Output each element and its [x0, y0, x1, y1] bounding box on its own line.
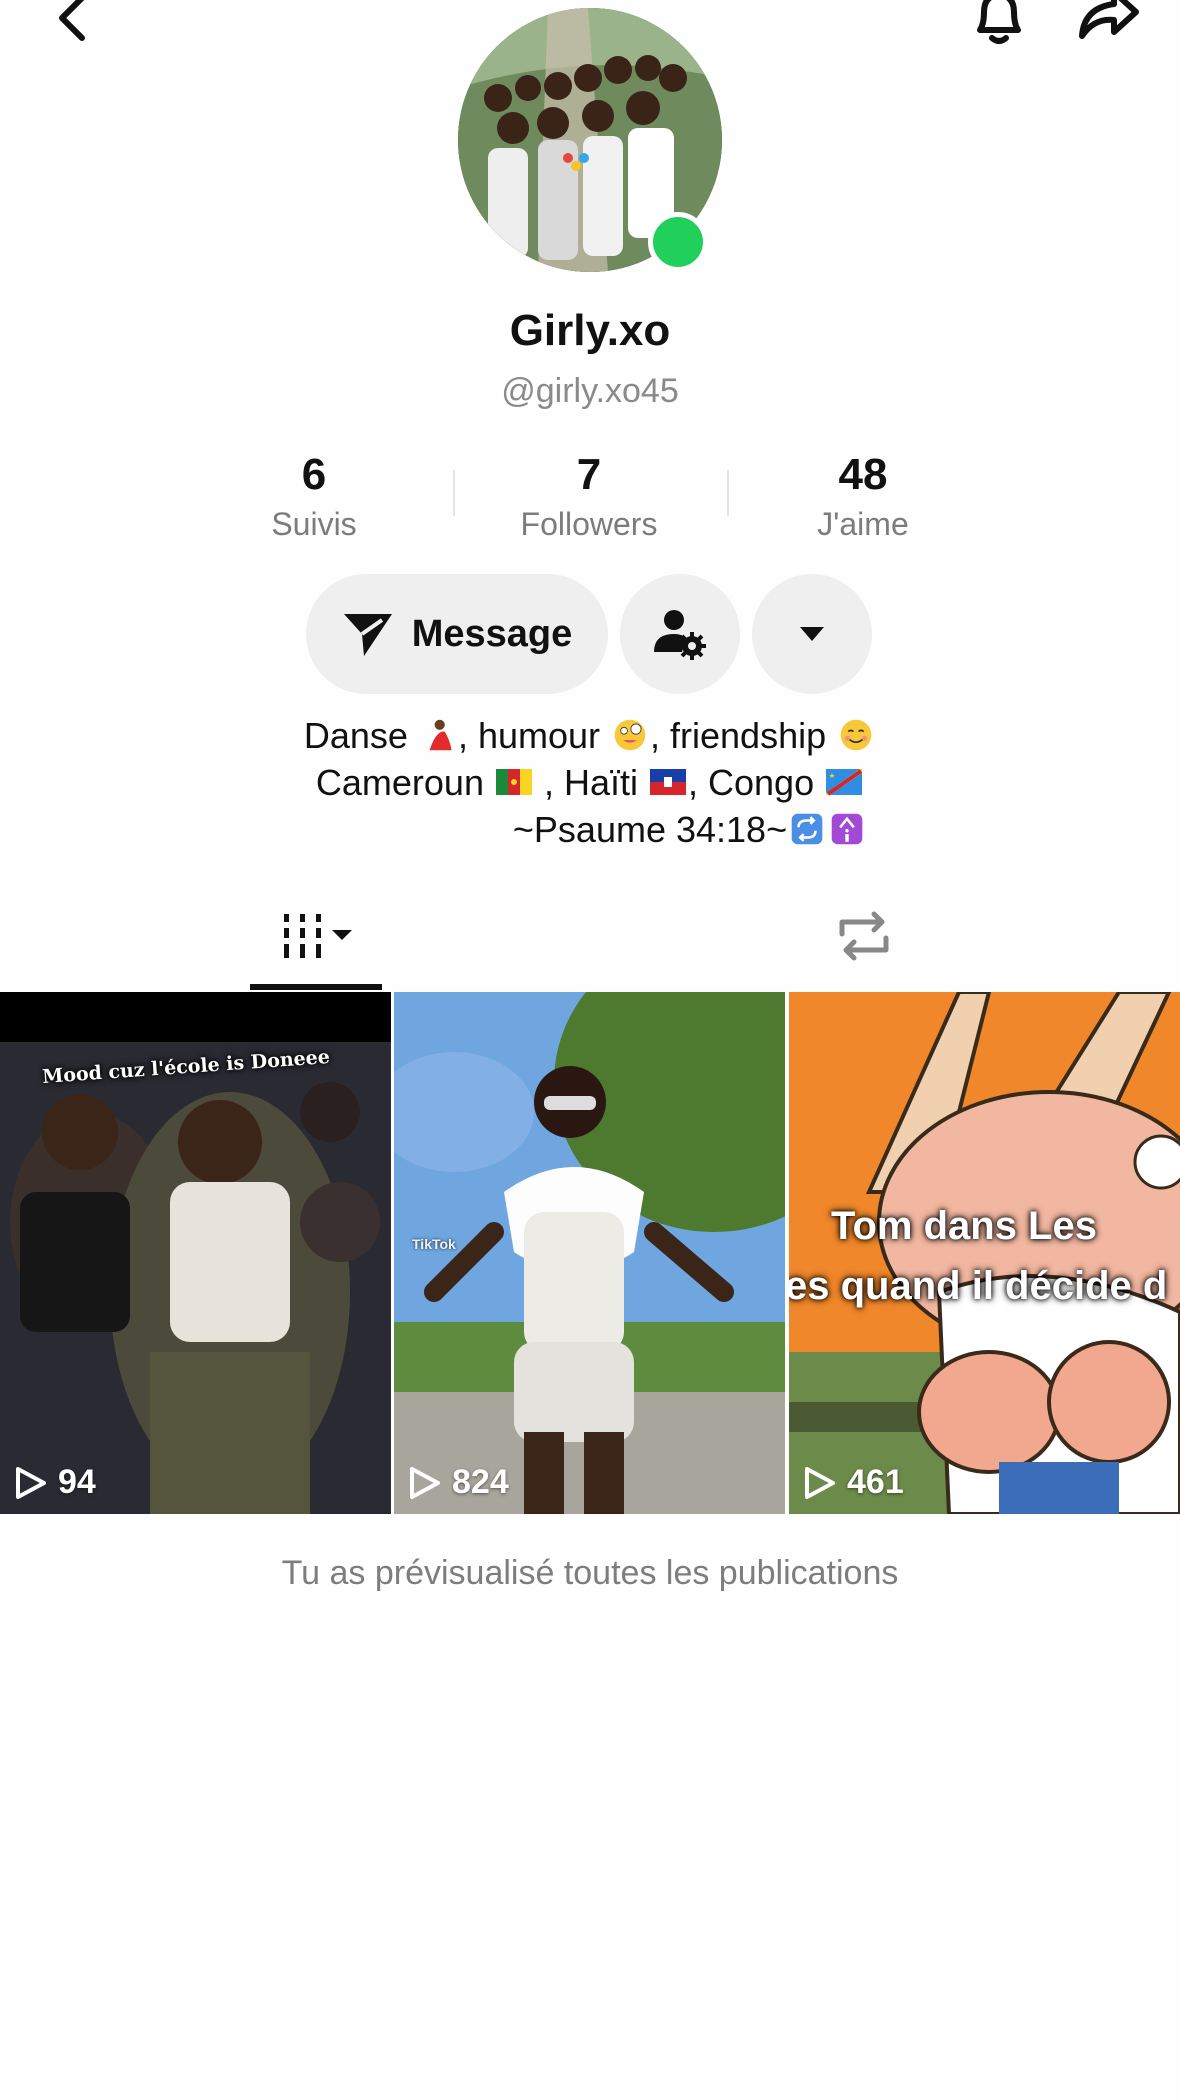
video-thumbnail[interactable]: Tom dans Les es quand il décide d 461: [789, 992, 1180, 1514]
stat-likes[interactable]: 48 J'aime: [743, 448, 983, 546]
bio-line-3: ~Psaume 34:18~: [0, 806, 1180, 853]
video-caption-line-2: es quand il décide d: [789, 1264, 1168, 1308]
videos-grid-icon: [284, 914, 352, 958]
info-up-emoji-icon: [831, 813, 863, 845]
watermark: TikTok: [412, 1236, 456, 1252]
share-icon[interactable]: [1074, 0, 1142, 50]
dropdown-icon: [800, 627, 824, 641]
stat-value: 48: [838, 450, 888, 499]
dancer-emoji-icon: [429, 719, 452, 751]
bio-text: Cameroun: [315, 762, 494, 803]
play-icon: [410, 1466, 440, 1499]
bio-text: ~Psaume 34:18~: [512, 809, 788, 850]
video-thumbnail-image: [789, 992, 1180, 1514]
tab-reposts[interactable]: [824, 880, 904, 992]
stat-followers[interactable]: 7 Followers: [469, 448, 709, 546]
username-handle: @girly.xo45: [501, 372, 679, 410]
bio-text: , Congo: [688, 762, 825, 803]
bio-line-1: Danse , humour , friendship: [0, 712, 1180, 759]
profile-stats: 6 Suivis 7 Followers 48 J'aime: [0, 448, 1180, 548]
haiti-flag-icon: [650, 769, 687, 795]
stat-value: 7: [576, 450, 602, 499]
message-button-label: Message: [411, 612, 573, 655]
active-tab-indicator: [250, 984, 382, 990]
display-name: Girly.xo: [509, 306, 671, 355]
smiling-face-emoji-icon: [840, 719, 872, 751]
all-posts-viewed-note: Tu as prévisualisé toutes les publicatio…: [281, 1554, 899, 1592]
view-count: 461: [803, 1463, 904, 1502]
stat-label: J'aime: [817, 506, 909, 542]
video-thumbnail[interactable]: Mood cuz l'école is Doneee 94: [0, 992, 391, 1514]
view-count-value: 824: [452, 1463, 509, 1501]
bio-text: , humour: [457, 715, 611, 756]
view-count-value: 94: [58, 1463, 96, 1501]
divider: [453, 470, 455, 516]
zany-face-emoji-icon: [614, 719, 646, 751]
bio-text: , friendship: [650, 715, 837, 756]
cameroon-flag-icon: [495, 769, 532, 795]
more-options-button[interactable]: [752, 574, 872, 694]
back-icon[interactable]: [48, 0, 98, 52]
view-count: 824: [408, 1463, 509, 1502]
play-icon: [16, 1466, 46, 1499]
send-icon: [343, 614, 392, 656]
tab-videos[interactable]: [250, 880, 382, 992]
stat-label: Followers: [520, 506, 658, 542]
view-count: 94: [14, 1463, 96, 1502]
drc-flag-icon: [826, 769, 863, 796]
person-settings-icon: [654, 610, 706, 660]
divider: [727, 470, 729, 516]
video-caption-line-1: Tom dans Les: [831, 1204, 1097, 1248]
profile-actions: Message: [0, 574, 1180, 694]
repost-icon: [839, 911, 889, 961]
repeat-button-emoji-icon: [791, 813, 823, 845]
stat-label: Suivis: [271, 506, 357, 542]
stat-following[interactable]: 6 Suivis: [194, 448, 434, 546]
bell-icon[interactable]: [968, 0, 1030, 50]
bio-line-2: Cameroun , Haïti , Congo: [0, 759, 1180, 806]
online-status-dot: [648, 212, 708, 272]
bio-text: , Haïti: [533, 762, 649, 803]
message-button[interactable]: Message: [306, 574, 608, 694]
video-grid: Mood cuz l'école is Doneee 94 TikTok 824: [0, 992, 1180, 1514]
stat-value: 6: [301, 450, 327, 499]
friends-settings-button[interactable]: [620, 574, 740, 694]
bio: Danse , humour , friendship Cameroun , H…: [0, 712, 1180, 853]
view-count-value: 461: [847, 1463, 904, 1501]
play-icon: [805, 1466, 835, 1499]
video-thumbnail[interactable]: TikTok 824: [394, 992, 785, 1514]
content-tabs: [0, 880, 1180, 992]
bio-text: Danse: [303, 715, 418, 756]
video-thumbnail-image: [394, 992, 785, 1514]
